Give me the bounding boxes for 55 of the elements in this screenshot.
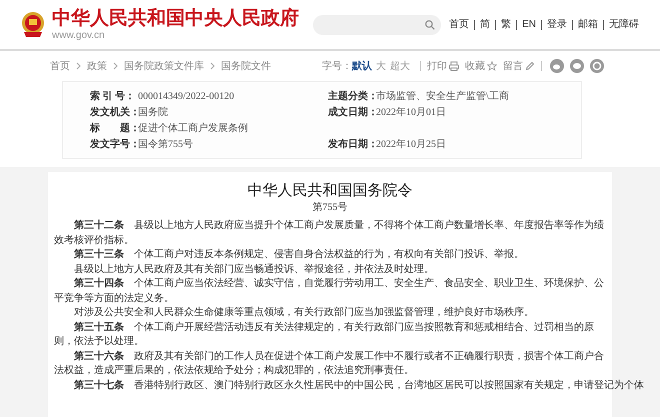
field-value: 国务院 (138, 106, 169, 120)
breadcrumb-link[interactable]: 国务院文件 (221, 58, 271, 74)
paragraph: 对涉及公共安全和人民群众生命健康等重点领域，有关行政部门应当加强监督管理，维护良好市场秩序。 (73, 306, 535, 320)
breadcrumb-link[interactable]: 国务院政策文件库 (124, 58, 204, 74)
chevron-icon (76, 62, 81, 70)
toolbar-link[interactable]: 打印 (427, 58, 459, 74)
paragraph: 第三十三条 个体工商户对违反本条例规定、侵害自身合法权益的行为，有权向有关部门投诉、举报。 (73, 248, 525, 262)
paragraph: 第三十六条 政府及其有关部门的工作人员在促进个体工商户发展工作中不履行或者不正确履行职责，损害个体工商户合法权益，造成严重后果的，依法依规给予处分；构成犯罪的，依法追究刑事责任。 (54, 350, 605, 378)
star-icon (487, 61, 497, 71)
field-label: 成文日期： (328, 106, 376, 120)
chevron-icon (113, 62, 118, 70)
nav-link[interactable]: 无障碍 (609, 17, 639, 32)
document-title: 中华人民共和国国务院令 (246, 182, 414, 201)
paragraph: 第三十五条 个体工商户开展经营活动违反有关法律规定的，有关行政部门应当按照教育和惩戒相结合、过罚相当的原则，依法予以处理。 (54, 320, 595, 349)
share-icon[interactable] (570, 59, 584, 73)
toolbar-link[interactable]: 收藏 (465, 58, 497, 74)
pencil-icon (525, 61, 535, 71)
nav-link[interactable]: 首页 (449, 17, 470, 32)
breadcrumb-link[interactable]: 首页 (50, 58, 70, 74)
site-url: www.gov.cn (52, 30, 106, 42)
search-icon[interactable] (425, 20, 436, 30)
field-value: 促进个体工商户发展条例 (138, 122, 249, 136)
nav-link[interactable]: 登录 (547, 17, 567, 32)
field-value: 市场监管、安全生产监管\工商 (376, 90, 509, 104)
field-value: 000014349/2022-00120 (138, 90, 236, 104)
toolbar-link[interactable]: 留言 (503, 58, 535, 74)
paragraph: 县级以上地方人民政府及其有关部门应当畅通投诉、举报途径，并依法及时处理。 (73, 262, 435, 276)
font-size-label: 字号： (322, 60, 352, 74)
font-size-option[interactable]: 超大 (390, 58, 410, 74)
nav-link[interactable]: 邮箱 (578, 17, 598, 32)
emblem-icon (21, 10, 45, 38)
search-field[interactable] (313, 14, 442, 34)
field-label: 标 题： (90, 122, 138, 136)
nav-link[interactable]: EN (522, 17, 536, 32)
site-title[interactable]: 中华人民共和国中央人民政府 (52, 8, 299, 30)
paragraph: 第三十四条 个体工商户应当依法经营、诚实守信，自觉履行劳动用工、安全生产、食品安全、职业卫生、环境保护、公平竞争等方面的法定义务。 (54, 277, 605, 306)
chevron-icon (210, 62, 215, 70)
paragraph: 第三十二条 县级以上地方人民政府应当提升个体工商户发展质量，不得将个体工商户数量增长率、年度报告率等作为绩效考核评价指标。 (54, 219, 605, 248)
print-icon (449, 61, 459, 71)
field-value: 2022年10月25日 (376, 138, 446, 152)
field-value: 2022年10月01日 (376, 106, 446, 120)
field-label: 发文字号： (90, 137, 138, 152)
font-size-option[interactable]: 默认 (352, 58, 372, 74)
field-label: 发布日期： (328, 138, 376, 152)
document-number: 第755号 (312, 201, 348, 214)
share-icon[interactable] (550, 59, 564, 73)
field-label: 索 引 号： (90, 90, 136, 104)
nav-link[interactable]: 简 (480, 17, 490, 32)
field-value: 国令第755号 (138, 138, 194, 152)
nav-link[interactable]: 繁 (501, 17, 512, 32)
breadcrumb-link[interactable]: 政策 (87, 58, 107, 74)
paragraph: 第三十七条 香港特别行政区、澳门特别行政区永久性居民中的中国公民，台湾地区居民可以按照国家有关规定，申请登记为个体 (73, 378, 644, 392)
share-icon[interactable] (590, 59, 604, 73)
field-label: 发文机关： (90, 106, 138, 120)
field-label: 主题分类： (328, 89, 376, 104)
